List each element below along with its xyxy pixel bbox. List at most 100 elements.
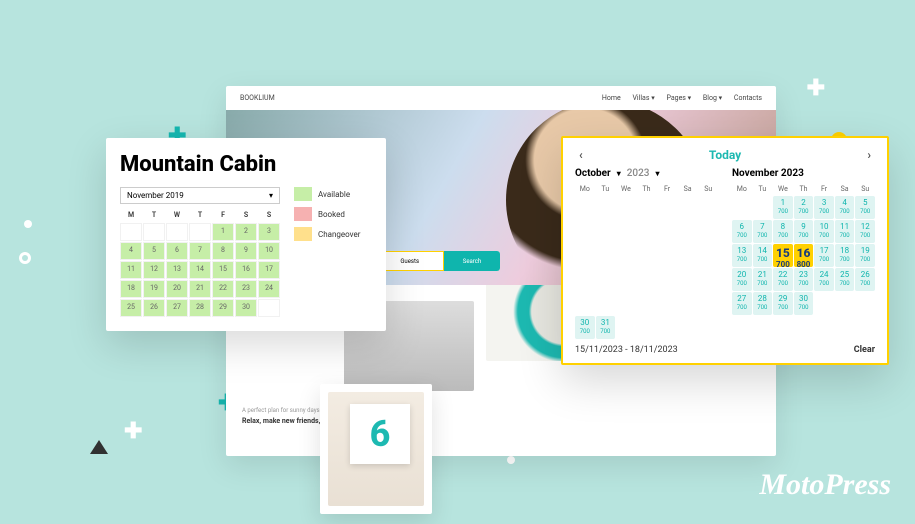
day-cell[interactable]: 9700 [794, 220, 814, 243]
nav-item[interactable]: Blog ▾ [703, 94, 722, 102]
day-cell [120, 223, 142, 241]
legend-label: Changeover [318, 230, 360, 239]
today-button[interactable]: Today [709, 148, 741, 162]
day-cell[interactable]: 18700 [835, 244, 855, 267]
day-cell[interactable]: 25 [120, 299, 142, 317]
day-cell[interactable]: 13 [166, 261, 188, 279]
day-cell [657, 196, 677, 219]
day-cell [637, 316, 657, 339]
day-cell [732, 196, 752, 219]
below-text: A perfect plan for sunny days Relax, mak… [226, 407, 776, 425]
day-cell[interactable]: 7 [189, 242, 211, 260]
day-cell[interactable]: 3700 [814, 196, 834, 219]
day-cell[interactable]: 26 [143, 299, 165, 317]
day-cell[interactable]: 19700 [855, 244, 875, 267]
dow-header: Fr [814, 183, 834, 195]
day-cell[interactable]: 4700 [835, 196, 855, 219]
day-cell[interactable]: 22700 [773, 268, 793, 291]
day-cell [698, 316, 718, 339]
day-cell[interactable]: 7700 [753, 220, 773, 243]
day-cell[interactable]: 14 [189, 261, 211, 279]
dow-header: Th [794, 183, 814, 195]
day-cell[interactable]: 6700 [732, 220, 752, 243]
day-cell[interactable]: 20 [166, 280, 188, 298]
day-cell[interactable]: 18 [120, 280, 142, 298]
day-cell[interactable]: 10700 [814, 220, 834, 243]
day-cell[interactable]: 1700 [773, 196, 793, 219]
day-cell [166, 223, 188, 241]
day-cell[interactable]: 17700 [814, 244, 834, 267]
day-cell[interactable]: 11 [120, 261, 142, 279]
day-cell[interactable]: 24 [258, 280, 280, 298]
day-cell[interactable]: 28700 [753, 292, 773, 315]
day-cell[interactable]: 6 [166, 242, 188, 260]
day-cell[interactable]: 17 [258, 261, 280, 279]
day-cell[interactable]: 19 [143, 280, 165, 298]
legend-label: Booked [318, 210, 345, 219]
day-cell[interactable]: 5700 [855, 196, 875, 219]
site-logo: BOOKLIUM [240, 94, 275, 102]
availability-card: Mountain Cabin November 2019 ▾ MTWTFSS12… [106, 138, 386, 331]
nav-item[interactable]: Contacts [734, 94, 762, 102]
day-cell[interactable]: 1 [212, 223, 234, 241]
day-cell[interactable]: 27 [166, 299, 188, 317]
day-cell[interactable]: 30 [235, 299, 257, 317]
dow-header: M [120, 208, 142, 222]
day-cell [698, 244, 718, 267]
swatch-changeover [294, 227, 312, 241]
nav-item[interactable]: Pages ▾ [666, 94, 691, 102]
nav-item[interactable]: Home [602, 94, 621, 102]
day-cell[interactable]: 15700 [773, 244, 793, 267]
day-cell[interactable]: 10 [258, 242, 280, 260]
day-cell[interactable]: 12700 [855, 220, 875, 243]
day-cell[interactable]: 25700 [835, 268, 855, 291]
day-cell[interactable]: 9 [235, 242, 257, 260]
day-cell [575, 196, 595, 219]
day-cell[interactable]: 23 [235, 280, 257, 298]
decor-ring [19, 252, 31, 264]
clear-button[interactable]: Clear [854, 345, 875, 355]
day-cell[interactable]: 24700 [814, 268, 834, 291]
chevron-down-icon[interactable]: ▾ [617, 169, 621, 178]
day-cell [678, 268, 698, 291]
day-cell[interactable]: 3 [258, 223, 280, 241]
prev-button[interactable]: ‹ [575, 148, 587, 162]
day-cell[interactable]: 21700 [753, 268, 773, 291]
day-cell[interactable]: 16 [235, 261, 257, 279]
year: 2023 [627, 168, 650, 179]
day-cell[interactable]: 4 [120, 242, 142, 260]
day-cell[interactable]: 2 [235, 223, 257, 241]
chevron-down-icon[interactable]: ▾ [655, 169, 659, 178]
search-button[interactable]: Search [444, 251, 500, 271]
day-cell[interactable]: 15 [212, 261, 234, 279]
day-cell[interactable]: 31700 [596, 316, 616, 339]
day-cell[interactable]: 22 [212, 280, 234, 298]
day-cell[interactable]: 27700 [732, 292, 752, 315]
day-cell [596, 220, 616, 243]
day-cell[interactable]: 29700 [773, 292, 793, 315]
day-cell[interactable]: 28 [189, 299, 211, 317]
day-cell[interactable]: 20700 [732, 268, 752, 291]
day-cell[interactable]: 11700 [835, 220, 855, 243]
nav-item[interactable]: Villas ▾ [632, 94, 654, 102]
day-cell[interactable]: 2700 [794, 196, 814, 219]
day-cell[interactable]: 30700 [575, 316, 595, 339]
day-cell[interactable]: 16800 [794, 244, 814, 267]
day-cell[interactable]: 14700 [753, 244, 773, 267]
day-cell [575, 292, 595, 315]
site-nav: BOOKLIUM Home Villas ▾ Pages ▾ Blog ▾ Co… [226, 86, 776, 110]
day-cell[interactable]: 23700 [794, 268, 814, 291]
day-cell [637, 244, 657, 267]
day-cell[interactable]: 21 [189, 280, 211, 298]
month-select[interactable]: November 2019 ▾ [120, 187, 280, 204]
day-cell[interactable]: 29 [212, 299, 234, 317]
day-cell[interactable]: 12 [143, 261, 165, 279]
day-cell[interactable]: 26700 [855, 268, 875, 291]
day-cell[interactable]: 13700 [732, 244, 752, 267]
next-button[interactable]: › [863, 148, 875, 162]
day-cell[interactable]: 30700 [794, 292, 814, 315]
day-cell[interactable]: 8700 [773, 220, 793, 243]
day-cell[interactable]: 8 [212, 242, 234, 260]
day-cell [698, 220, 718, 243]
day-cell[interactable]: 5 [143, 242, 165, 260]
